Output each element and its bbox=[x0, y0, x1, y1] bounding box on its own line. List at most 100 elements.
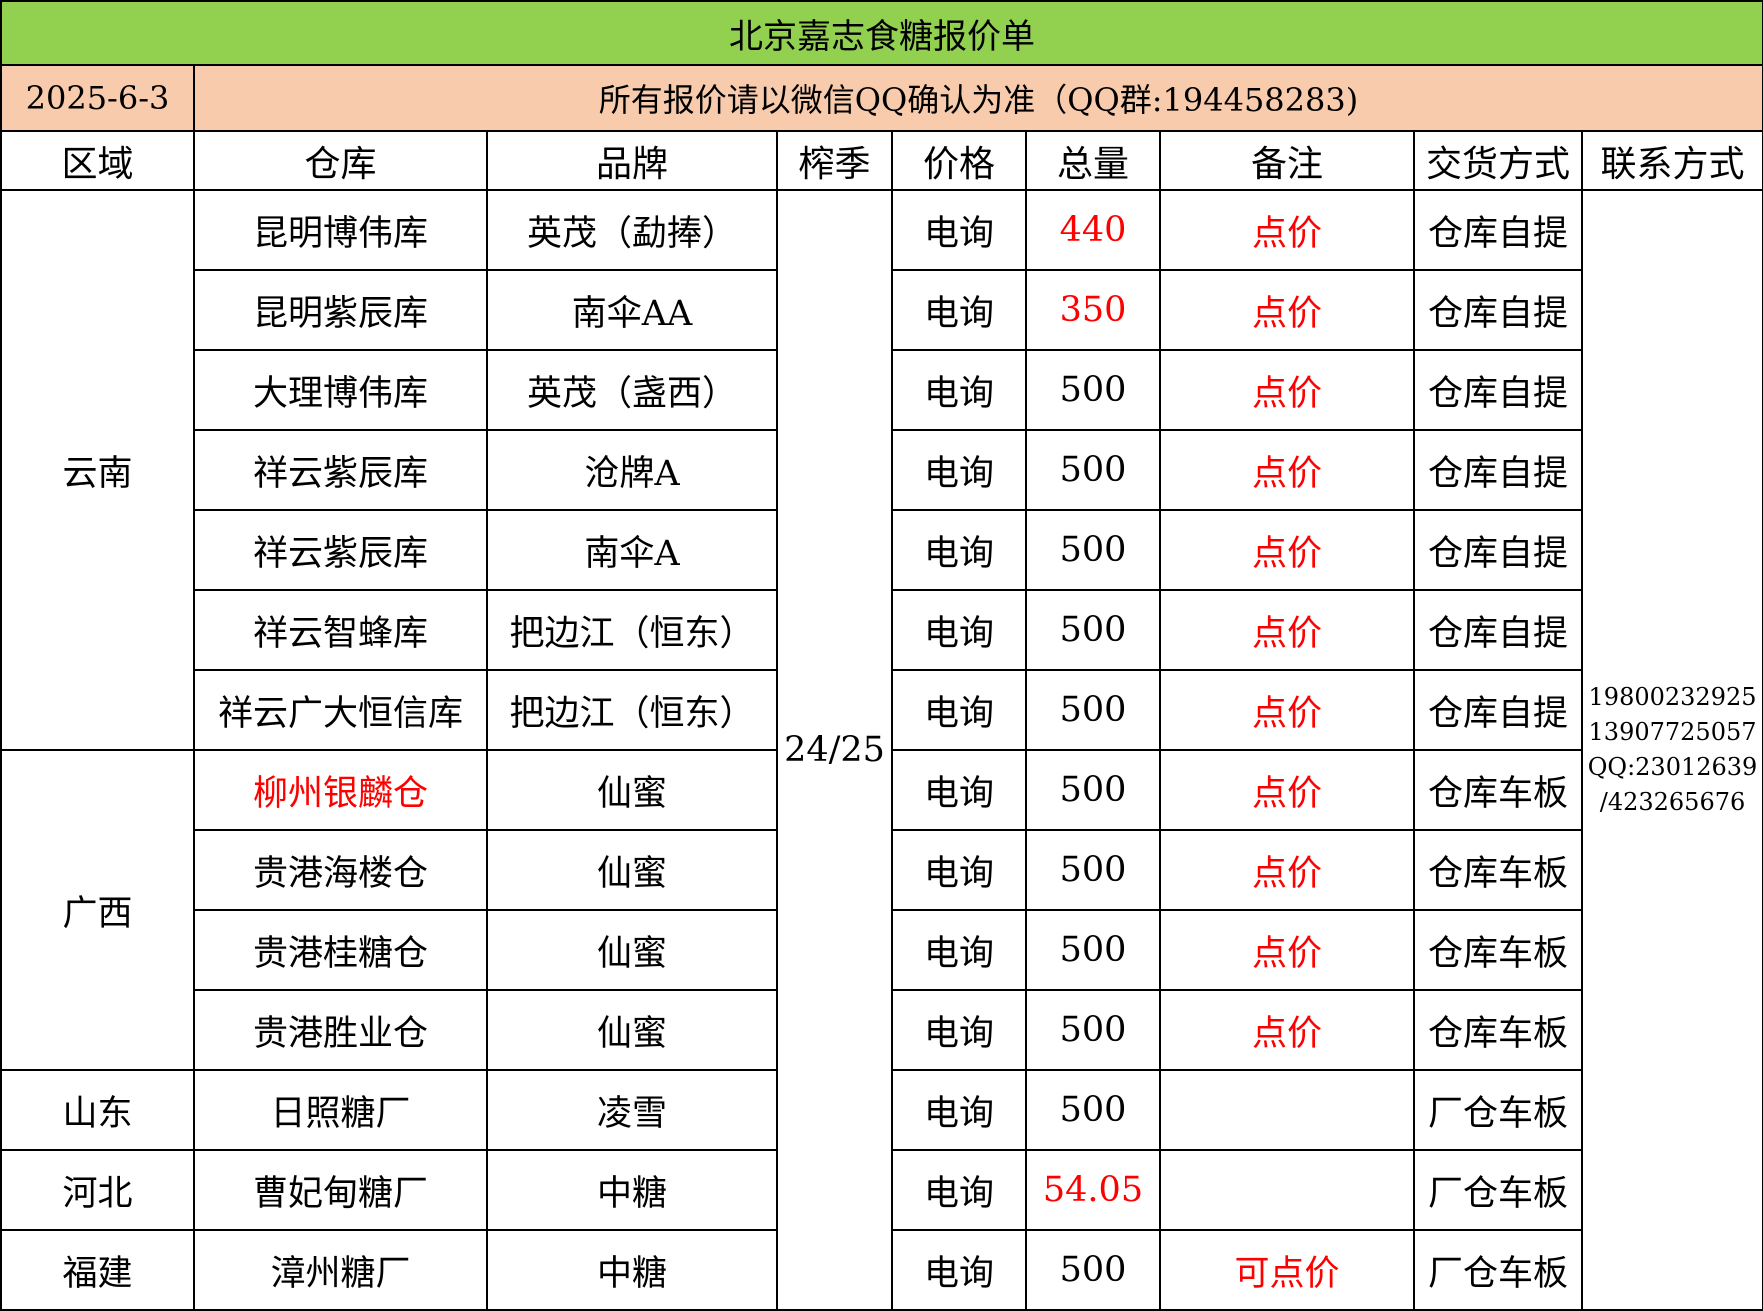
remark-cell: 点价 bbox=[1159, 269, 1415, 351]
remark-cell: 点价 bbox=[1159, 989, 1415, 1071]
region-cell: 云南 bbox=[0, 189, 195, 751]
delivery-cell: 仓库自提 bbox=[1413, 509, 1583, 591]
brand-cell: 英茂（勐捧） bbox=[486, 189, 778, 271]
total-cell: 440 bbox=[1025, 189, 1161, 271]
warehouse-cell: 日照糖厂 bbox=[193, 1069, 488, 1151]
price-cell: 电询 bbox=[891, 749, 1027, 831]
delivery-cell: 仓库自提 bbox=[1413, 189, 1583, 271]
contact-line: 13907725057 bbox=[1588, 718, 1757, 746]
warehouse-cell: 昆明紫辰库 bbox=[193, 269, 488, 351]
table-row: 云南 昆明博伟库 英茂（勐捧） 24/25 电询 440 点价 仓库自提 198… bbox=[0, 189, 1763, 1311]
header-price: 价格 bbox=[891, 130, 1027, 191]
total-cell: 500 bbox=[1025, 589, 1161, 671]
header-warehouse: 仓库 bbox=[193, 130, 488, 191]
notice-text: 所有报价请以微信QQ确认为准（QQ群:194458283) bbox=[192, 64, 1763, 132]
total-cell: 54.05 bbox=[1025, 1149, 1161, 1231]
total-cell: 500 bbox=[1025, 1229, 1161, 1311]
price-cell: 电询 bbox=[891, 669, 1027, 751]
header-brand: 品牌 bbox=[486, 130, 778, 191]
brand-cell: 凌雪 bbox=[486, 1069, 778, 1151]
header-delivery: 交货方式 bbox=[1413, 130, 1583, 191]
brand-cell: 仙蜜 bbox=[486, 989, 778, 1071]
warehouse-cell: 贵港桂糖仓 bbox=[193, 909, 488, 991]
brand-cell: 把边江（恒东） bbox=[486, 669, 778, 751]
warehouse-cell: 昆明博伟库 bbox=[193, 189, 488, 271]
contact-line: QQ:23012639 bbox=[1587, 753, 1758, 781]
warehouse-cell: 祥云广大恒信库 bbox=[193, 669, 488, 751]
remark-cell bbox=[1159, 1069, 1415, 1151]
total-cell: 350 bbox=[1025, 269, 1161, 351]
delivery-cell: 厂仓车板 bbox=[1413, 1149, 1583, 1231]
delivery-cell: 仓库自提 bbox=[1413, 269, 1583, 351]
delivery-cell: 仓库自提 bbox=[1413, 349, 1583, 431]
remark-cell: 可点价 bbox=[1159, 1229, 1415, 1311]
sheet-title: 北京嘉志食糖报价单 bbox=[0, 0, 1763, 66]
brand-cell: 英茂（盏西） bbox=[486, 349, 778, 431]
price-cell: 电询 bbox=[891, 909, 1027, 991]
price-cell: 电询 bbox=[891, 589, 1027, 671]
remark-cell: 点价 bbox=[1159, 189, 1415, 271]
region-cell: 山东 bbox=[0, 1069, 195, 1151]
brand-cell: 中糖 bbox=[486, 1149, 778, 1231]
brand-cell: 仙蜜 bbox=[486, 909, 778, 991]
delivery-cell: 仓库车板 bbox=[1413, 909, 1583, 991]
warehouse-cell: 贵港胜业仓 bbox=[193, 989, 488, 1071]
remark-cell: 点价 bbox=[1159, 829, 1415, 911]
brand-cell: 仙蜜 bbox=[486, 749, 778, 831]
remark-cell: 点价 bbox=[1159, 589, 1415, 671]
price-cell: 电询 bbox=[891, 189, 1027, 271]
quote-table: 北京嘉志食糖报价单 2025-6-3 所有报价请以微信QQ确认为准（QQ群:19… bbox=[0, 0, 1763, 1311]
warehouse-cell: 贵港海楼仓 bbox=[193, 829, 488, 911]
total-cell: 500 bbox=[1025, 669, 1161, 751]
total-cell: 500 bbox=[1025, 829, 1161, 911]
warehouse-cell: 曹妃甸糖厂 bbox=[193, 1149, 488, 1231]
remark-cell: 点价 bbox=[1159, 749, 1415, 831]
remark-cell: 点价 bbox=[1159, 669, 1415, 751]
region-cell: 福建 bbox=[0, 1229, 195, 1311]
contact-line: 19800232925 bbox=[1588, 683, 1757, 711]
remark-cell: 点价 bbox=[1159, 509, 1415, 591]
contact-line: /423265676 bbox=[1599, 788, 1746, 816]
delivery-cell: 仓库自提 bbox=[1413, 589, 1583, 671]
warehouse-cell: 柳州银麟仓 bbox=[193, 749, 488, 831]
region-cell: 河北 bbox=[0, 1149, 195, 1231]
warehouse-cell: 大理博伟库 bbox=[193, 349, 488, 431]
price-cell: 电询 bbox=[891, 1069, 1027, 1151]
remark-cell bbox=[1159, 1149, 1415, 1231]
warehouse-cell: 祥云紫辰库 bbox=[193, 429, 488, 511]
warehouse-cell: 祥云智蜂库 bbox=[193, 589, 488, 671]
delivery-cell: 厂仓车板 bbox=[1413, 1069, 1583, 1151]
season-cell: 24/25 bbox=[776, 189, 893, 1311]
contact-cell: 19800232925 13907725057 QQ:23012639 /423… bbox=[1580, 189, 1763, 1311]
price-cell: 电询 bbox=[891, 349, 1027, 431]
price-cell: 电询 bbox=[891, 1229, 1027, 1311]
total-cell: 500 bbox=[1025, 349, 1161, 431]
warehouse-cell: 漳州糖厂 bbox=[193, 1229, 488, 1311]
total-cell: 500 bbox=[1025, 989, 1161, 1071]
price-cell: 电询 bbox=[891, 829, 1027, 911]
delivery-cell: 仓库自提 bbox=[1413, 669, 1583, 751]
header-region: 区域 bbox=[0, 130, 195, 191]
delivery-cell: 厂仓车板 bbox=[1413, 1229, 1583, 1311]
header-remark: 备注 bbox=[1159, 130, 1415, 191]
price-cell: 电询 bbox=[891, 1149, 1027, 1231]
delivery-cell: 仓库车板 bbox=[1413, 749, 1583, 831]
price-cell: 电询 bbox=[891, 429, 1027, 511]
brand-cell: 把边江（恒东） bbox=[486, 589, 778, 671]
region-cell: 广西 bbox=[0, 749, 195, 1071]
brand-cell: 南伞A bbox=[486, 509, 778, 591]
quote-date: 2025-6-3 bbox=[0, 64, 195, 132]
remark-cell: 点价 bbox=[1159, 429, 1415, 511]
brand-cell: 仙蜜 bbox=[486, 829, 778, 911]
header-season: 榨季 bbox=[776, 130, 893, 191]
delivery-cell: 仓库自提 bbox=[1413, 429, 1583, 511]
brand-cell: 中糖 bbox=[486, 1229, 778, 1311]
price-cell: 电询 bbox=[891, 989, 1027, 1071]
total-cell: 500 bbox=[1025, 909, 1161, 991]
price-cell: 电询 bbox=[891, 269, 1027, 351]
header-total: 总量 bbox=[1025, 130, 1161, 191]
price-cell: 电询 bbox=[891, 509, 1027, 591]
total-cell: 500 bbox=[1025, 1069, 1161, 1151]
header-contact: 联系方式 bbox=[1580, 130, 1763, 191]
total-cell: 500 bbox=[1025, 509, 1161, 591]
